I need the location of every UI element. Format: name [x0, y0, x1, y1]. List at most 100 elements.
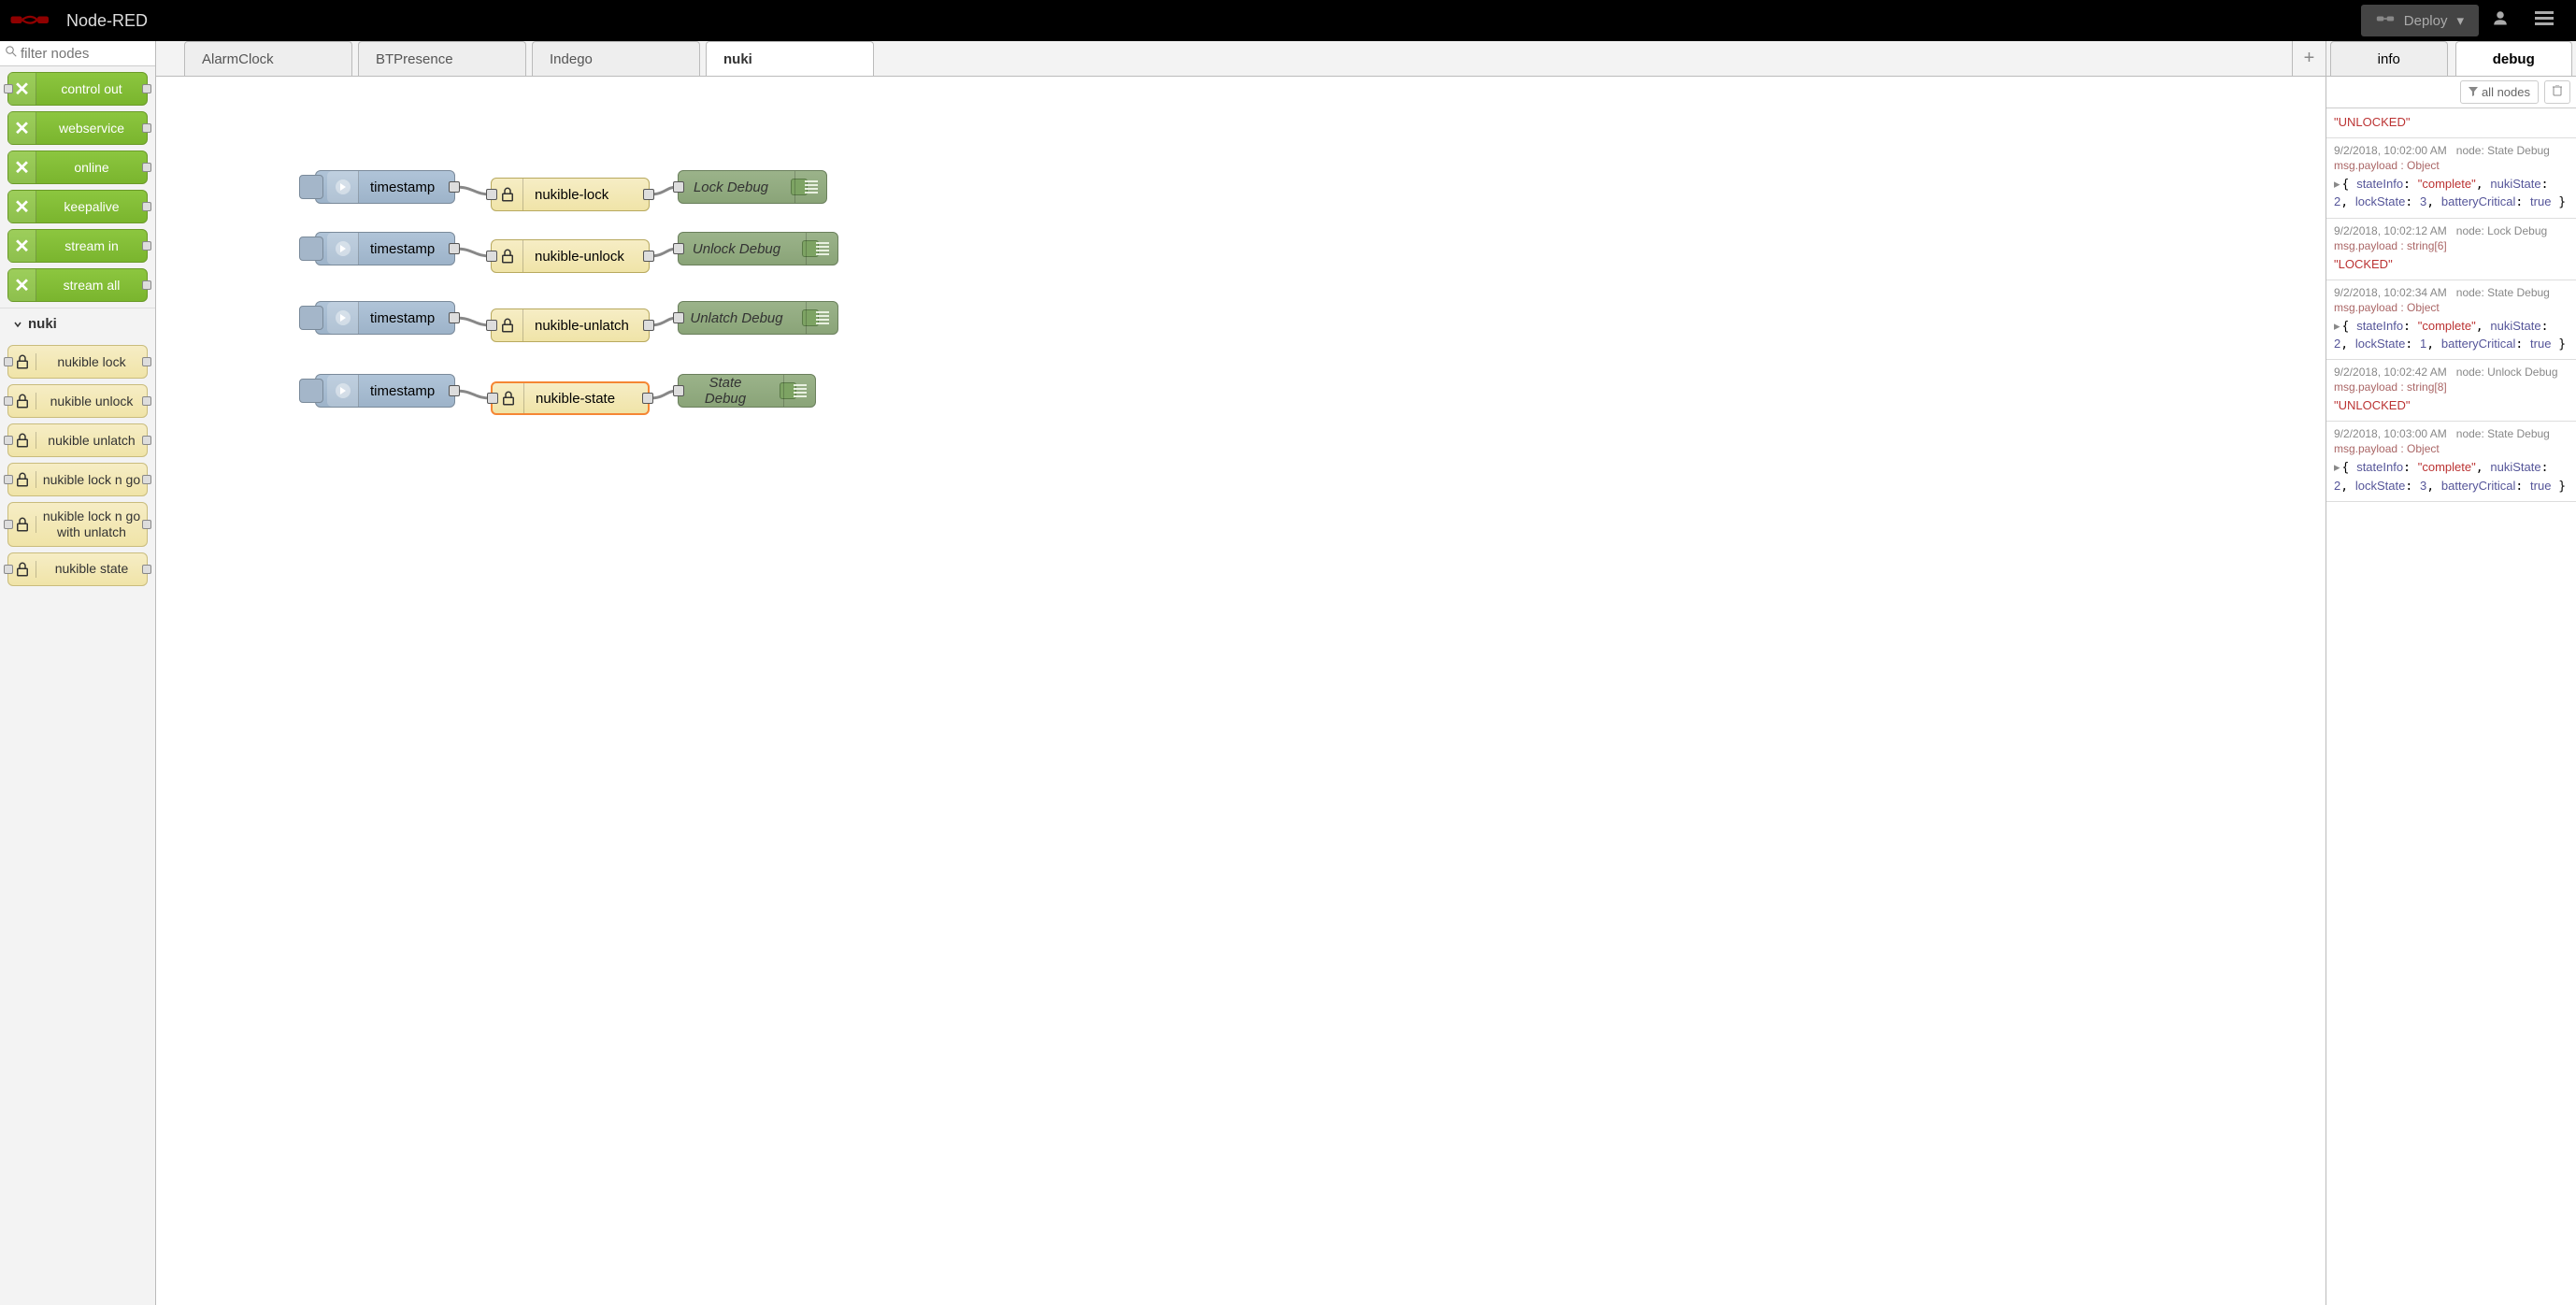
nukible-node[interactable]: nukible-unlatch	[491, 308, 650, 342]
debug-node[interactable]: State Debug	[678, 374, 816, 408]
nukible-node[interactable]: nukible-lock	[491, 178, 650, 211]
input-port[interactable]	[487, 393, 498, 404]
inject-button[interactable]	[299, 237, 323, 261]
node-label: nukible-unlock	[523, 249, 649, 265]
debug-topic: msg.payload : string[8]	[2334, 380, 2569, 394]
palette-node-nukible-state[interactable]: nukible state	[7, 552, 148, 586]
node-label: timestamp	[359, 241, 454, 257]
inject-node[interactable]: timestamp	[315, 301, 455, 335]
filter-all-nodes-button[interactable]: all nodes	[2460, 80, 2539, 104]
debug-message[interactable]: 9/2/2018, 10:02:34 AM node: State Debugm…	[2326, 280, 2576, 360]
filter-label: all nodes	[2482, 85, 2530, 99]
debug-node[interactable]: Unlatch Debug	[678, 301, 838, 335]
palette-category-nuki[interactable]: nuki	[0, 308, 155, 339]
palette-node-keepalive[interactable]: ✕keepalive	[7, 190, 148, 223]
flow-canvas[interactable]: timestamp nukible-lock Lock Debug timestamp…	[156, 77, 2025, 1198]
inject-button[interactable]	[299, 306, 323, 330]
sidebar-tabs: infodebug	[2326, 41, 2576, 77]
debug-payload: "UNLOCKED"	[2334, 114, 2569, 132]
palette-node-online[interactable]: ✕online	[7, 151, 148, 184]
sidebar-tab-info[interactable]: info	[2330, 41, 2448, 76]
output-port[interactable]	[449, 385, 460, 396]
input-port[interactable]	[486, 320, 497, 331]
palette-node-webservice[interactable]: ✕webservice	[7, 111, 148, 145]
output-port[interactable]	[643, 320, 654, 331]
debug-meta: 9/2/2018, 10:02:34 AM node: State Debug	[2334, 286, 2569, 299]
inject-icon	[327, 375, 359, 407]
inject-icon	[327, 233, 359, 265]
debug-message[interactable]: 9/2/2018, 10:02:42 AM node: Unlock Debug…	[2326, 360, 2576, 422]
node-label: stream in	[36, 237, 147, 256]
palette-node-control-out[interactable]: ✕control out	[7, 72, 148, 106]
inject-button[interactable]	[299, 175, 323, 199]
canvas-scroll[interactable]: timestamp nukible-lock Lock Debug timestamp…	[156, 77, 2326, 1305]
input-port[interactable]	[673, 181, 684, 193]
inject-button[interactable]	[299, 379, 323, 403]
palette-node-stream-all[interactable]: ✕stream all	[7, 268, 148, 302]
port	[4, 436, 13, 445]
add-tab-button[interactable]: +	[2292, 41, 2326, 76]
output-port[interactable]	[643, 251, 654, 262]
tab-alarmclock[interactable]: AlarmClock	[184, 41, 352, 76]
debug-node[interactable]: Lock Debug	[678, 170, 827, 204]
debug-node[interactable]: Unlock Debug	[678, 232, 838, 265]
node-label: Unlatch Debug	[679, 310, 794, 326]
inject-node[interactable]: timestamp	[315, 170, 455, 204]
debug-topic: msg.payload : Object	[2334, 159, 2569, 172]
palette-node-nukible-unlatch[interactable]: nukible unlatch	[7, 423, 148, 457]
inject-node[interactable]: timestamp	[315, 374, 455, 408]
palette-node-nukible-lock-n-go[interactable]: nukible lock n go	[7, 463, 148, 496]
debug-message-list[interactable]: "UNLOCKED" 9/2/2018, 10:02:00 AM node: St…	[2326, 108, 2576, 1305]
output-port[interactable]	[643, 189, 654, 200]
tab-nuki[interactable]: nuki	[706, 41, 874, 76]
chevron-down-icon	[13, 320, 22, 329]
input-port[interactable]	[673, 243, 684, 254]
user-icon[interactable]	[2479, 0, 2522, 41]
input-port[interactable]	[486, 251, 497, 262]
node-label: nukible-unlatch	[523, 318, 649, 334]
node-label: webservice	[36, 119, 147, 138]
debug-icon	[783, 375, 815, 407]
hamburger-menu-icon[interactable]	[2522, 1, 2567, 41]
port	[4, 357, 13, 366]
header-bar: Node-RED Deploy ▾	[0, 0, 2576, 41]
sidebar-tab-debug[interactable]: debug	[2455, 41, 2573, 76]
node-label: timestamp	[359, 310, 454, 326]
palette-node-stream-in[interactable]: ✕stream in	[7, 229, 148, 263]
palette-search[interactable]	[0, 41, 155, 66]
output-port[interactable]	[449, 243, 460, 254]
input-port[interactable]	[486, 189, 497, 200]
tab-btpresence[interactable]: BTPresence	[358, 41, 526, 76]
debug-message[interactable]: 9/2/2018, 10:02:00 AM node: State Debugm…	[2326, 138, 2576, 218]
nukible-node[interactable]: nukible-unlock	[491, 239, 650, 273]
output-port[interactable]	[449, 181, 460, 193]
clear-debug-button[interactable]	[2544, 80, 2570, 104]
debug-icon	[806, 302, 837, 334]
node-label: Unlock Debug	[679, 241, 794, 257]
debug-icon	[806, 233, 837, 265]
node-label: online	[36, 158, 147, 178]
debug-message[interactable]: "UNLOCKED"	[2326, 108, 2576, 138]
workspace: AlarmClockBTPresenceIndegonuki + timesta…	[156, 41, 2326, 1305]
output-port[interactable]	[642, 393, 653, 404]
nukible-node[interactable]: nukible-state	[491, 381, 650, 415]
port	[142, 475, 151, 484]
palette-node-nukible-lock[interactable]: nukible lock	[7, 345, 148, 379]
debug-payload: ▸{ stateInfo: "complete", nukiState: 2, …	[2334, 176, 2569, 211]
inject-node[interactable]: timestamp	[315, 232, 455, 265]
node-label: nukible unlatch	[36, 431, 147, 451]
deploy-button[interactable]: Deploy ▾	[2361, 5, 2479, 36]
tab-indego[interactable]: Indego	[532, 41, 700, 76]
node-type-icon: ✕	[8, 151, 36, 183]
category-label: nuki	[28, 316, 57, 332]
palette-node-nukible-lock-n-go-with-unlatch[interactable]: nukible lock n go with unlatch	[7, 502, 148, 547]
palette-node-nukible-unlock[interactable]: nukible unlock	[7, 384, 148, 418]
debug-message[interactable]: 9/2/2018, 10:02:12 AM node: Lock Debugms…	[2326, 219, 2576, 280]
logo: Node-RED	[9, 11, 148, 31]
input-port[interactable]	[673, 312, 684, 323]
inject-icon	[327, 302, 359, 334]
palette-sidebar: ✕control out ✕webservice ✕online ✕keepalive…	[0, 41, 156, 1305]
input-port[interactable]	[673, 385, 684, 396]
output-port[interactable]	[449, 312, 460, 323]
debug-message[interactable]: 9/2/2018, 10:03:00 AM node: State Debugm…	[2326, 422, 2576, 501]
